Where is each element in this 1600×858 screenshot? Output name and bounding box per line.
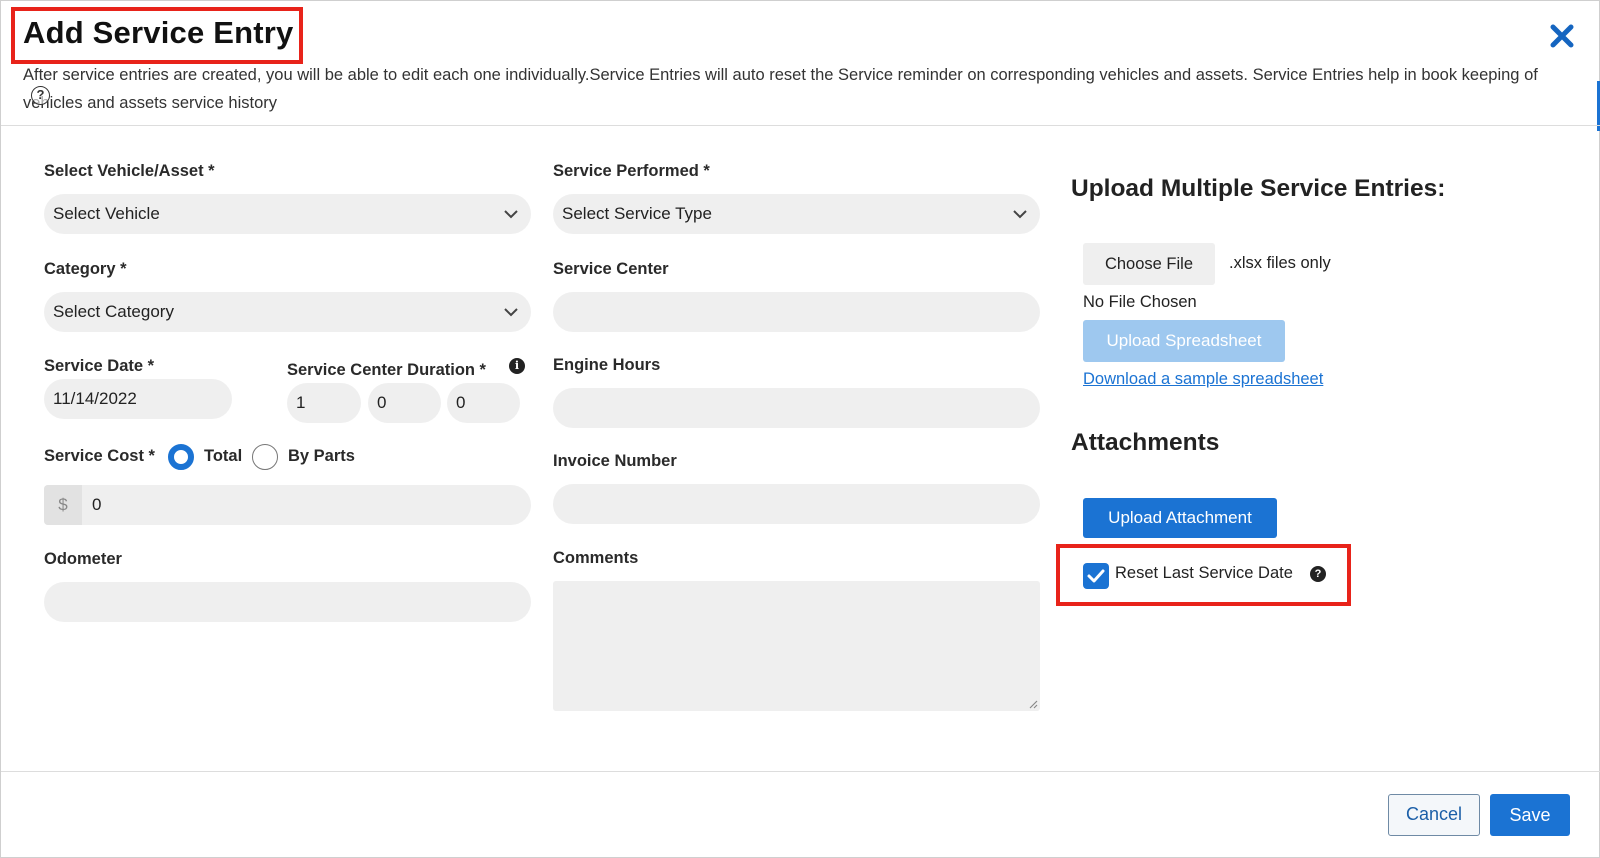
invoice-number-input[interactable] (553, 484, 1040, 524)
dialog-description: After service entries are created, you w… (23, 66, 1538, 112)
currency-prefix: $ (44, 485, 82, 525)
reset-last-service-checkbox[interactable] (1083, 563, 1109, 589)
service-center-label: Service Center (553, 260, 669, 278)
radio-by-parts-label: By Parts (288, 447, 355, 465)
comments-textarea[interactable] (553, 581, 1040, 711)
category-select-value: Select Category (53, 302, 174, 321)
service-center-duration-label: Service Center Duration * (287, 361, 486, 379)
resize-grip-icon[interactable] (1028, 699, 1038, 709)
duration-minutes-input[interactable]: 0 (447, 383, 520, 423)
duration-days-value: 1 (296, 393, 306, 412)
close-button[interactable] (1547, 19, 1577, 53)
header-divider (1, 125, 1600, 126)
engine-hours-input[interactable] (553, 388, 1040, 428)
category-select[interactable]: Select Category (44, 292, 531, 332)
service-cost-input[interactable]: $ 0 (44, 485, 531, 525)
radio-total[interactable] (168, 444, 194, 470)
engine-hours-label: Engine Hours (553, 356, 661, 374)
comments-label: Comments (553, 549, 639, 567)
service-type-value: Select Service Type (562, 204, 712, 223)
add-service-entry-dialog: Add Service Entry After service entries … (0, 0, 1600, 858)
radio-by-parts[interactable] (252, 444, 278, 470)
service-date-input[interactable]: 11/14/2022 (44, 379, 232, 419)
duration-hours-value: 0 (377, 393, 387, 412)
service-performed-label: Service Performed * (553, 162, 710, 180)
question-mark-icon[interactable]: ? (1310, 566, 1326, 582)
cancel-button[interactable]: Cancel (1388, 794, 1480, 836)
help-icon[interactable]: ? (31, 86, 50, 105)
chevron-down-icon (504, 308, 518, 317)
vehicle-select[interactable]: Select Vehicle (44, 194, 531, 234)
vehicle-select-value: Select Vehicle (53, 204, 160, 223)
chevron-down-icon (504, 210, 518, 219)
download-sample-link[interactable]: Download a sample spreadsheet (1083, 370, 1323, 389)
reset-last-service-label: Reset Last Service Date (1115, 564, 1293, 582)
footer-divider (1, 771, 1600, 772)
upload-attachment-button[interactable]: Upload Attachment (1083, 498, 1277, 538)
category-label: Category * (44, 260, 127, 278)
service-cost-value: 0 (92, 495, 102, 514)
save-button[interactable]: Save (1490, 794, 1570, 836)
info-icon[interactable]: i (509, 358, 525, 374)
service-center-input[interactable] (553, 292, 1040, 332)
duration-minutes-value: 0 (456, 393, 466, 412)
attachments-heading: Attachments (1071, 429, 1220, 456)
chevron-down-icon (1013, 210, 1027, 219)
service-type-select[interactable]: Select Service Type (553, 194, 1040, 234)
service-date-label: Service Date * (44, 357, 155, 375)
radio-total-label: Total (204, 447, 243, 465)
checkmark-icon (1087, 569, 1105, 583)
upload-spreadsheet-button[interactable]: Upload Spreadsheet (1083, 320, 1285, 362)
invoice-number-label: Invoice Number (553, 452, 677, 470)
odometer-label: Odometer (44, 550, 122, 568)
duration-hours-input[interactable]: 0 (368, 383, 441, 423)
file-type-hint: .xlsx files only (1229, 254, 1331, 272)
service-date-value: 11/14/2022 (53, 389, 137, 408)
upload-multiple-heading: Upload Multiple Service Entries: (1071, 175, 1446, 202)
no-file-chosen-text: No File Chosen (1083, 293, 1197, 311)
close-icon (1550, 24, 1574, 48)
duration-days-input[interactable]: 1 (287, 383, 361, 423)
service-cost-label: Service Cost * (44, 447, 155, 465)
choose-file-button[interactable]: Choose File (1083, 243, 1215, 285)
vehicle-label: Select Vehicle/Asset * (44, 162, 215, 180)
odometer-input[interactable] (44, 582, 531, 622)
dialog-title: Add Service Entry (23, 15, 294, 50)
